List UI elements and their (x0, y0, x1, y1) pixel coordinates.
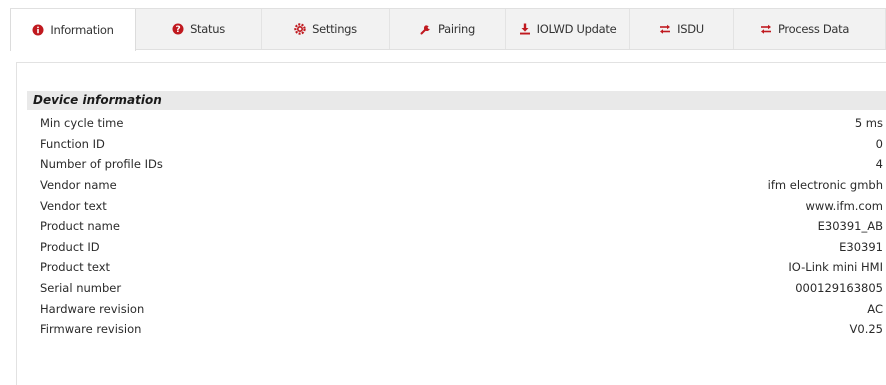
row-value: V0.25 (849, 322, 883, 337)
tab-pairing[interactable]: Pairing (390, 9, 506, 49)
tab-bar: Information ? Status Settings Pairing IO… (10, 8, 886, 51)
row-label: Function ID (40, 136, 105, 151)
svg-text:?: ? (176, 25, 181, 35)
row-label: Product ID (40, 239, 100, 254)
gear-icon (294, 23, 306, 35)
row-value: 4 (875, 157, 883, 172)
row-label: Product name (40, 219, 120, 234)
info-icon (32, 24, 44, 36)
tab-information-label: Information (50, 23, 114, 37)
row-value: ifm electronic gmbh (767, 178, 883, 193)
row-value: 5 ms (854, 116, 883, 131)
table-row: Function ID 0 (27, 134, 883, 155)
question-icon: ? (172, 23, 184, 35)
table-row: Serial number 000129163805 (27, 278, 883, 299)
row-value: AC (867, 301, 883, 316)
row-value: www.ifm.com (805, 198, 883, 213)
row-label: Serial number (40, 281, 122, 296)
row-value: E30391_AB (817, 219, 883, 234)
wrench-icon (420, 23, 432, 35)
tab-process-data-label: Process Data (778, 22, 850, 36)
tab-information[interactable]: Information (10, 9, 136, 51)
table-row: Product ID E30391 (27, 237, 883, 258)
tab-pairing-label: Pairing (437, 22, 476, 36)
tab-isdu-label: ISDU (677, 22, 704, 36)
row-value: IO-Link mini HMI (788, 260, 883, 275)
row-label: Min cycle time (40, 116, 124, 131)
table-row: Firmware revision V0.25 (27, 319, 883, 340)
row-label: Firmware revision (40, 322, 142, 337)
tab-iolwd-update[interactable]: IOLWD Update (506, 9, 630, 49)
row-value: 000129163805 (795, 281, 883, 296)
table-row: Product text IO-Link mini HMI (27, 257, 883, 278)
row-label: Vendor text (40, 198, 107, 213)
row-label: Product text (40, 260, 111, 275)
download-icon (519, 23, 531, 35)
table-row: Min cycle time 5 ms (27, 113, 883, 134)
tab-isdu[interactable]: ISDU (630, 9, 734, 49)
row-value: 0 (875, 136, 883, 151)
section-header-device-information: Device information (27, 91, 886, 110)
tab-settings[interactable]: Settings (262, 9, 390, 49)
exchange-icon (760, 23, 772, 35)
table-row: Number of profile IDs 4 (27, 154, 883, 175)
exchange-icon (659, 23, 671, 35)
tab-settings-label: Settings (312, 22, 357, 36)
row-label: Vendor name (40, 178, 117, 193)
tab-status[interactable]: ? Status (136, 9, 262, 49)
row-value: E30391 (839, 239, 883, 254)
table-row: Hardware revision AC (27, 298, 883, 319)
table-row: Vendor text www.ifm.com (27, 195, 883, 216)
row-label: Number of profile IDs (40, 157, 163, 172)
table-row: Vendor name ifm electronic gmbh (27, 175, 883, 196)
device-info-table: Min cycle time 5 ms Function ID 0 Number… (27, 113, 883, 340)
tab-status-label: Status (190, 22, 225, 36)
tab-iolwd-update-label: IOLWD Update (536, 22, 617, 36)
row-label: Hardware revision (40, 301, 145, 316)
tab-process-data[interactable]: Process Data (734, 9, 886, 49)
table-row: Product name E30391_AB (27, 216, 883, 237)
